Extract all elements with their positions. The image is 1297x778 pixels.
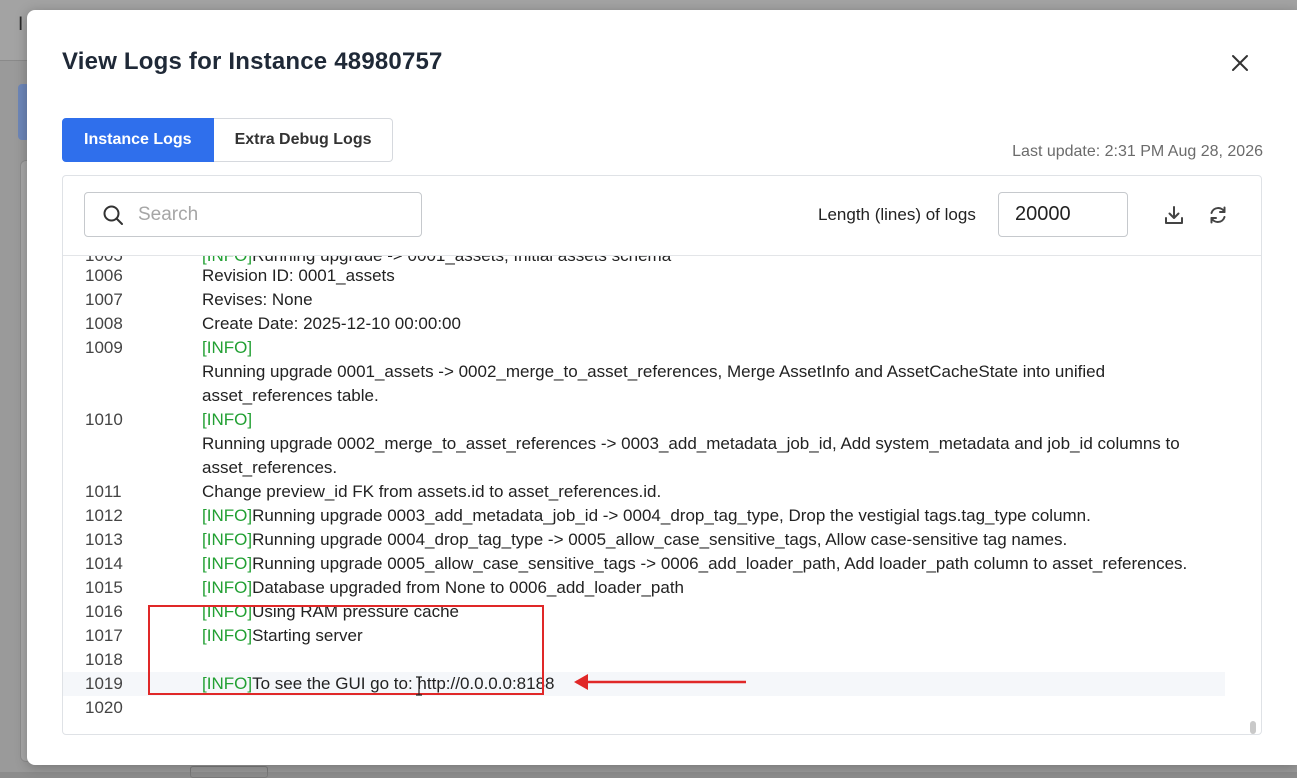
log-message: Change preview_id FK from assets.id to a…	[202, 482, 662, 501]
log-message: Running upgrade 0001_assets -> 0002_merg…	[202, 362, 1106, 381]
log-message: asset_references.	[202, 458, 338, 477]
line-number: 1016	[85, 602, 123, 621]
line-number: 1006	[85, 266, 123, 285]
log-message: Create Date: 2025-12-10 00:00:00	[202, 314, 461, 333]
line-text: [INFO]Running upgrade 0003_add_metadata_…	[202, 504, 1091, 528]
log-message: asset_references table.	[202, 386, 379, 405]
log-message: Running upgrade 0002_merge_to_asset_refe…	[202, 434, 1180, 453]
line-number: 1020	[85, 698, 123, 717]
line-number: 1014	[85, 554, 123, 573]
log-line: 1007 Revises: None	[63, 288, 1225, 312]
log-message: Database upgraded from None to 0006_add_…	[252, 578, 685, 597]
line-text: [INFO]	[202, 408, 252, 432]
log-level: [INFO]	[202, 554, 253, 573]
line-text: Running upgrade 0002_merge_to_asset_refe…	[202, 432, 1180, 456]
log-line: Running upgrade 0002_merge_to_asset_refe…	[63, 432, 1225, 456]
log-message: Running upgrade 0003_add_metadata_job_id…	[252, 506, 1091, 525]
line-text: Running upgrade 0001_assets -> 0002_merg…	[202, 360, 1105, 384]
log-tabs: Instance Logs Extra Debug Logs	[62, 118, 394, 162]
log-message: Running upgrade 0005_allow_case_sensitiv…	[252, 554, 1188, 573]
line-text: [INFO]Database upgraded from None to 000…	[202, 576, 684, 600]
modal-title: View Logs for Instance 48980757	[62, 48, 443, 75]
download-button[interactable]	[1162, 203, 1186, 227]
search-input[interactable]	[136, 202, 410, 227]
search-field[interactable]	[84, 192, 422, 237]
tab-instance-logs[interactable]: Instance Logs	[62, 118, 214, 162]
close-icon	[1232, 55, 1248, 71]
line-text: asset_references.	[202, 456, 337, 480]
log-line: 1014 [INFO]Running upgrade 0005_allow_ca…	[63, 552, 1225, 576]
log-message: Revises: None	[202, 290, 313, 309]
line-text: [INFO]Running upgrade 0004_drop_tag_type…	[202, 528, 1067, 552]
background-element	[190, 766, 268, 778]
log-message: Revision ID: 0001_assets	[202, 266, 395, 285]
close-button[interactable]	[1227, 50, 1253, 76]
background-title-fragment: I	[18, 14, 24, 35]
logs-toolbar: Length (lines) of logs 20000	[63, 176, 1261, 256]
annotation-highlight-box	[148, 605, 544, 695]
line-number: 1008	[85, 314, 123, 333]
line-number: 1007	[85, 290, 123, 309]
line-number: 1009	[85, 338, 123, 357]
tab-extra-debug-logs[interactable]: Extra Debug Logs	[213, 118, 394, 162]
log-line: 1006 Revision ID: 0001_assets	[63, 264, 1225, 288]
log-line: 1013 [INFO]Running upgrade 0004_drop_tag…	[63, 528, 1225, 552]
scrollbar-thumb[interactable]	[1250, 721, 1256, 734]
line-text: Revision ID: 0001_assets	[202, 264, 395, 288]
line-number: 1013	[85, 530, 123, 549]
log-line: 1012 [INFO]Running upgrade 0003_add_meta…	[63, 504, 1225, 528]
refresh-button[interactable]	[1206, 203, 1230, 227]
log-message: Running upgrade 0004_drop_tag_type -> 00…	[252, 530, 1068, 549]
last-update-text: Last update: 2:31 PM Aug 28, 2026	[1012, 143, 1263, 160]
line-text: Revises: None	[202, 288, 313, 312]
line-text: Change preview_id FK from assets.id to a…	[202, 480, 661, 504]
refresh-icon	[1210, 206, 1226, 224]
log-line: 1015 [INFO]Database upgraded from None t…	[63, 576, 1225, 600]
line-number: 1015	[85, 578, 123, 597]
line-number: 1019	[85, 674, 123, 693]
line-text: asset_references table.	[202, 384, 379, 408]
log-level: [INFO]	[202, 530, 253, 549]
line-number: 1011	[85, 482, 122, 501]
line-text: [INFO]	[202, 336, 252, 360]
log-line: 1011 Change preview_id FK from assets.id…	[63, 480, 1225, 504]
log-level: [INFO]	[202, 578, 253, 597]
log-line: Running upgrade 0001_assets -> 0002_merg…	[63, 360, 1225, 384]
download-icon	[1165, 206, 1183, 224]
log-level: [INFO]	[202, 338, 253, 357]
length-input[interactable]: 20000	[998, 192, 1128, 237]
line-number: 1018	[85, 650, 123, 669]
log-line: 1010 [INFO]	[63, 408, 1225, 432]
log-line: 1020	[63, 696, 1225, 720]
search-icon	[103, 205, 123, 225]
annotation-arrow-icon	[574, 674, 746, 690]
line-text: [INFO]Running upgrade 0005_allow_case_se…	[202, 552, 1187, 576]
log-level: [INFO]	[202, 506, 253, 525]
log-line: asset_references.	[63, 456, 1225, 480]
line-number: 1017	[85, 626, 123, 645]
log-line: 1009 [INFO]	[63, 336, 1225, 360]
text-cursor-icon	[416, 676, 422, 696]
line-number: 1010	[85, 410, 123, 429]
log-line: asset_references table.	[63, 384, 1225, 408]
line-number: 1012	[85, 506, 123, 525]
line-text: Create Date: 2025-12-10 00:00:00	[202, 312, 461, 336]
length-label: Length (lines) of logs	[818, 205, 976, 224]
log-level: [INFO]	[202, 410, 253, 429]
log-line: 1008 Create Date: 2025-12-10 00:00:00	[63, 312, 1225, 336]
